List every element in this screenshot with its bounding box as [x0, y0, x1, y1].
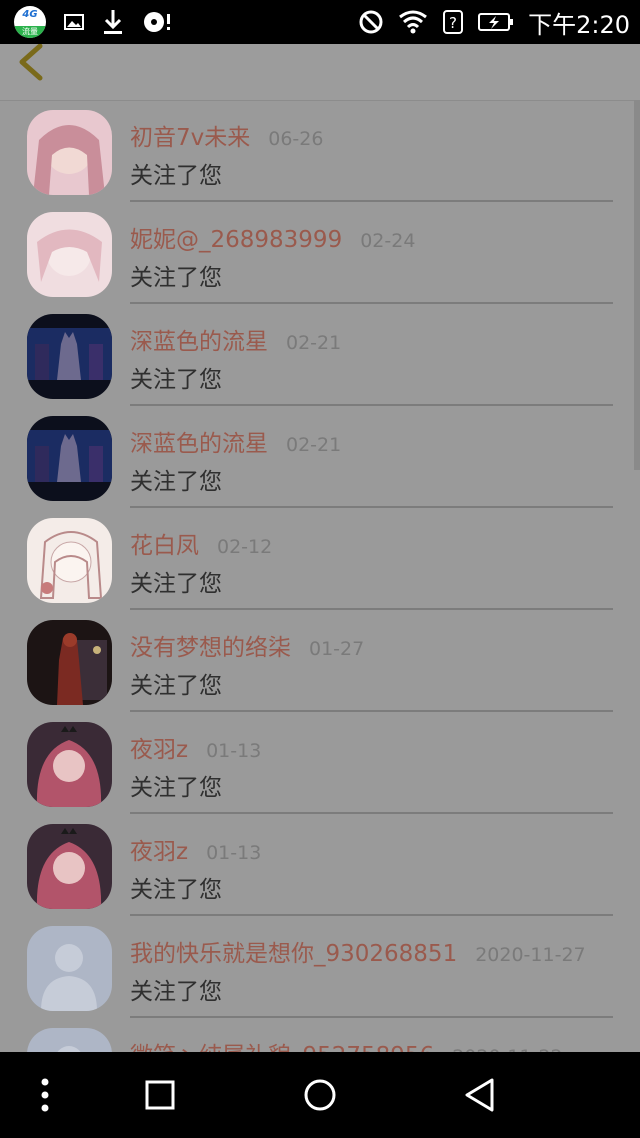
- network-badge-top: 4G: [22, 9, 38, 20]
- music-player-icon: [144, 12, 170, 32]
- menu-dots-icon[interactable]: [30, 1076, 60, 1116]
- action-text: 关注了您: [130, 571, 222, 597]
- list-item[interactable]: 微笑丶纯属礼貌_952758956 2020-11-22: [0, 1018, 640, 1052]
- user-name[interactable]: 初音7v未来: [130, 118, 250, 152]
- action-text: 关注了您: [130, 469, 222, 495]
- avatar[interactable]: [27, 824, 112, 909]
- 4g-data-icon: 4G 流量: [14, 6, 46, 38]
- date: 02-21: [286, 332, 342, 354]
- user-name[interactable]: 妮妮@_268983999: [130, 220, 342, 254]
- action-text: 关注了您: [130, 163, 222, 189]
- user-name[interactable]: 我的快乐就是想你_930268851: [130, 934, 457, 968]
- list-item[interactable]: 深蓝色的流星 02-21 关注了您: [0, 304, 640, 406]
- follower-notification-list[interactable]: 初音7v未来 06-26 关注了您 妮妮@_268983999 02-24 关注…: [0, 100, 640, 1052]
- date: 06-26: [268, 128, 324, 150]
- action-text: 关注了您: [130, 265, 222, 291]
- recent-apps-icon[interactable]: [144, 1079, 176, 1111]
- list-item[interactable]: 我的快乐就是想你_930268851 2020-11-27 关注了您: [0, 916, 640, 1018]
- scrollbar[interactable]: [634, 100, 640, 470]
- date: 02-12: [217, 536, 273, 558]
- list-item[interactable]: 夜羽z 01-13 关注了您: [0, 814, 640, 916]
- avatar[interactable]: [27, 110, 112, 195]
- sim-unknown-icon: ?: [443, 10, 464, 34]
- avatar[interactable]: [27, 212, 112, 297]
- date: 01-27: [309, 638, 365, 660]
- svg-text:?: ?: [449, 14, 457, 32]
- avatar[interactable]: [27, 518, 112, 603]
- user-name[interactable]: 深蓝色的流星: [130, 424, 268, 458]
- action-text: 关注了您: [130, 877, 222, 903]
- avatar[interactable]: [27, 926, 112, 1011]
- date: 02-24: [360, 230, 416, 252]
- back-triangle-icon[interactable]: [462, 1077, 498, 1113]
- battery-charging-icon: [478, 13, 514, 31]
- clock-time: 下午2:20: [528, 10, 630, 39]
- avatar[interactable]: [27, 314, 112, 399]
- status-bar: 4G 流量 ? 下午2:20: [0, 0, 640, 44]
- user-name[interactable]: 微笑丶纯属礼貌_952758956: [130, 1036, 434, 1052]
- network-badge-bottom: 流量: [14, 26, 46, 38]
- avatar[interactable]: [27, 620, 112, 705]
- list-item[interactable]: 深蓝色的流星 02-21 关注了您: [0, 406, 640, 508]
- action-text: 关注了您: [130, 673, 222, 699]
- user-name[interactable]: 夜羽z: [130, 832, 188, 866]
- header-bar: [0, 44, 640, 101]
- user-name[interactable]: 没有梦想的络柒: [130, 628, 291, 662]
- action-text: 关注了您: [130, 979, 222, 1005]
- image-icon: [64, 14, 84, 30]
- action-text: 关注了您: [130, 775, 222, 801]
- list-item[interactable]: 没有梦想的络柒 01-27 关注了您: [0, 610, 640, 712]
- date: 02-21: [286, 434, 342, 456]
- avatar[interactable]: [27, 416, 112, 501]
- home-icon[interactable]: [302, 1077, 338, 1113]
- chevron-left-icon[interactable]: [14, 44, 54, 84]
- avatar[interactable]: [27, 722, 112, 807]
- action-text: 关注了您: [130, 367, 222, 393]
- list-item[interactable]: 初音7v未来 06-26 关注了您: [0, 100, 640, 202]
- list-item[interactable]: 妮妮@_268983999 02-24 关注了您: [0, 202, 640, 304]
- list-item[interactable]: 花白凤 02-12 关注了您: [0, 508, 640, 610]
- date: 2020-11-27: [475, 944, 586, 966]
- system-nav-bar: [0, 1052, 640, 1138]
- list-item[interactable]: 夜羽z 01-13 关注了您: [0, 712, 640, 814]
- user-name[interactable]: 深蓝色的流星: [130, 322, 268, 356]
- avatar[interactable]: [27, 1028, 112, 1052]
- download-icon: [104, 10, 122, 34]
- wifi-icon: [399, 10, 428, 34]
- date: 01-13: [206, 740, 262, 762]
- date: 01-13: [206, 842, 262, 864]
- no-disturb-icon: [359, 10, 383, 34]
- user-name[interactable]: 夜羽z: [130, 730, 188, 764]
- user-name[interactable]: 花白凤: [130, 526, 199, 560]
